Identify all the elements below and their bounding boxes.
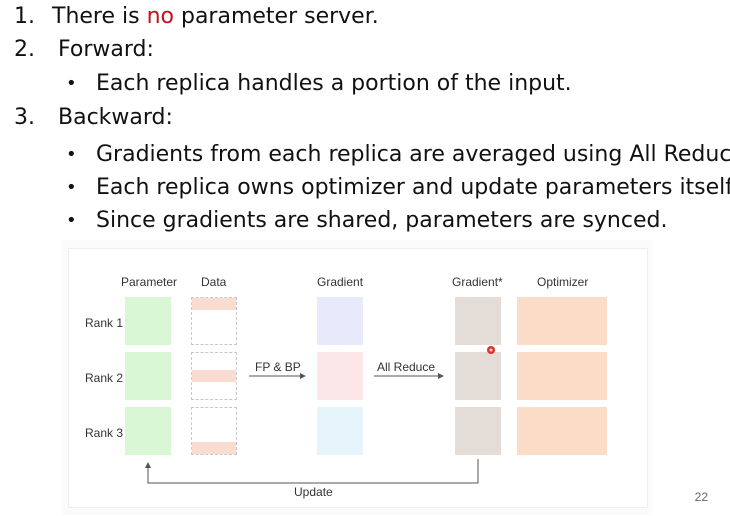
- sub-bullet-3-1-text: Gradients from each replica are averaged…: [96, 142, 730, 167]
- laser-pointer-highlight: [489, 348, 493, 352]
- diagram-arrows: [145, 346, 495, 484]
- bullet-3-text: Backward:: [58, 105, 173, 130]
- sub-bullet-3-3-text: Since gradients are shared, parameters a…: [96, 208, 668, 233]
- bullet-1-emphasis: no: [146, 4, 174, 29]
- diagram-panel: Parameter Data Gradient Gradient* Optimi…: [68, 248, 648, 508]
- bullet-1-text-post: parameter server.: [173, 4, 379, 29]
- sub-bullet-2-1-text: Each replica handles a portion of the in…: [96, 71, 572, 96]
- bullet-1-text: There is no parameter server.: [52, 4, 379, 30]
- bullet-dot-icon: •: [66, 144, 77, 165]
- bullet-2-number: 2.: [14, 37, 35, 62]
- bullet-1-text-pre: There is: [52, 4, 147, 29]
- bullet-dot-icon: •: [66, 73, 77, 94]
- bullet-dot-icon: •: [66, 177, 77, 198]
- bullet-1-number: 1.: [14, 4, 35, 29]
- bullet-dot-icon: •: [66, 210, 77, 231]
- bullet-3-number: 3.: [14, 105, 35, 130]
- sub-bullet-3-2-text: Each replica owns optimizer and update p…: [96, 175, 730, 200]
- bullet-2-text: Forward:: [58, 37, 154, 62]
- update-arrow: [145, 459, 479, 484]
- page-number: 22: [694, 490, 708, 504]
- data-parallel-diagram: Parameter Data Gradient Gradient* Optimi…: [62, 240, 652, 515]
